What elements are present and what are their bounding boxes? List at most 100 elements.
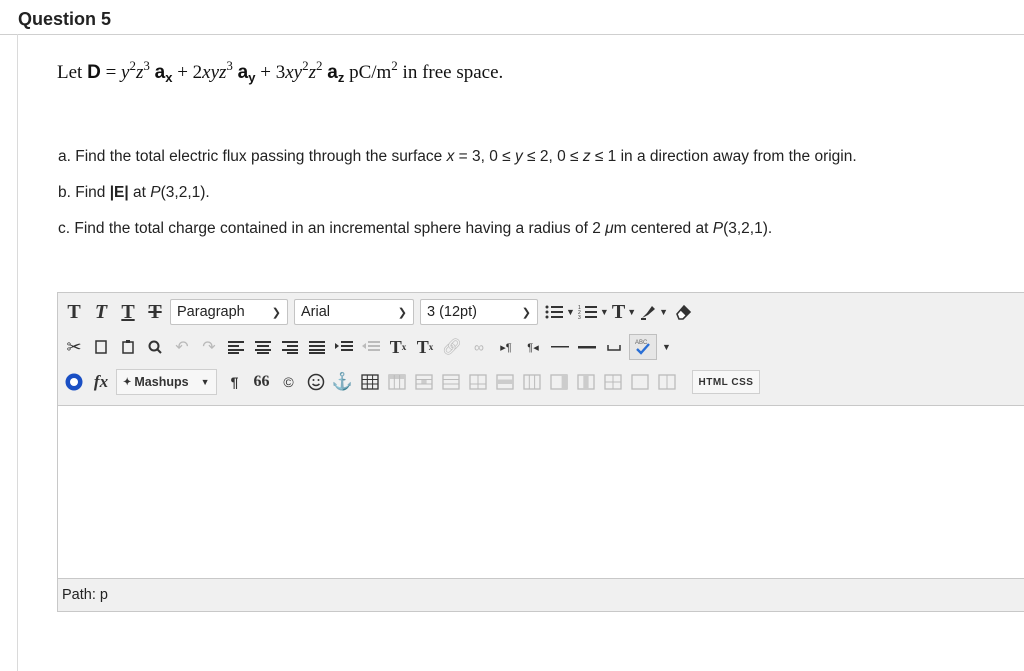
editor-path-bar: Path: p xyxy=(58,578,1024,611)
part-c-point: P xyxy=(712,220,724,237)
undo-icon: ↶ xyxy=(175,339,189,356)
rtl-button[interactable]: ¶◂ xyxy=(521,334,545,360)
find-button[interactable] xyxy=(143,334,167,360)
paragraph-format-select[interactable]: Paragraph ❯ xyxy=(170,299,288,325)
superscript-button[interactable]: Tx xyxy=(386,334,410,360)
paste-button[interactable] xyxy=(116,334,140,360)
mashups-label: Mashups xyxy=(134,375,189,389)
part-a-z: z xyxy=(582,148,591,165)
part-b-text3: (3,2,1). xyxy=(160,184,210,201)
strikethrough-button[interactable]: T xyxy=(143,299,167,325)
path-label: Path: p xyxy=(62,587,108,603)
delete-row-button[interactable] xyxy=(493,369,517,395)
numbered-list-icon: 123 xyxy=(578,305,597,320)
italic-icon: T xyxy=(94,300,108,323)
indent-button[interactable] xyxy=(332,334,356,360)
link-icon: 🔗︎ xyxy=(441,339,463,356)
paragraph-mark-button[interactable]: ¶ xyxy=(223,369,247,395)
outdent-icon xyxy=(362,341,380,351)
bold-button[interactable]: T xyxy=(62,299,86,325)
align-left-button[interactable] xyxy=(224,334,248,360)
highlight-button[interactable]: ▼ xyxy=(639,299,668,325)
bullet-list-button[interactable]: ▼ xyxy=(544,299,575,325)
anchor-icon: ⚓ xyxy=(331,372,354,391)
highlighter-icon xyxy=(641,306,656,320)
line-button[interactable] xyxy=(575,334,599,360)
align-center-icon xyxy=(255,341,271,354)
table-properties-icon xyxy=(387,374,406,390)
unlink-button[interactable]: ∞ xyxy=(467,334,491,360)
record-button[interactable] xyxy=(62,369,86,395)
link-button[interactable]: 🔗︎ xyxy=(440,334,464,360)
table-props-button[interactable] xyxy=(385,369,409,395)
row-before-button[interactable] xyxy=(439,369,463,395)
html-css-button[interactable]: HTML CSS xyxy=(691,370,761,394)
cut-button[interactable]: ✂ xyxy=(62,334,86,360)
toolbar-row-2: ✂ ↶ ↷ Tx Tx 🔗︎ ∞ ▸¶ ¶◂ ABC ▼ xyxy=(62,332,671,362)
mashups-select[interactable]: ✦ Mashups ▼ xyxy=(116,369,217,395)
nbsp-button[interactable] xyxy=(602,334,626,360)
font-family-select[interactable]: Arial ❯ xyxy=(294,299,414,325)
undo-button[interactable]: ↶ xyxy=(170,334,194,360)
align-right-button[interactable] xyxy=(278,334,302,360)
paragraph-select-value: Paragraph xyxy=(177,304,245,320)
split-cells-button[interactable] xyxy=(601,369,625,395)
align-right-icon xyxy=(282,341,298,354)
dropdown-arrow-icon[interactable]: ▼ xyxy=(662,342,671,352)
redo-button[interactable]: ↷ xyxy=(197,334,221,360)
part-b-text2: at xyxy=(128,184,151,201)
numbered-list-button[interactable]: 123 ▼ xyxy=(578,299,609,325)
dropdown-arrow-icon: ▼ xyxy=(599,307,609,317)
part-c-text2: m centered at xyxy=(613,220,713,237)
text-color-button[interactable]: T ▼ xyxy=(612,299,636,325)
chevron-down-icon: ❯ xyxy=(397,306,407,319)
visual-aid-icon xyxy=(657,374,676,390)
table-icon xyxy=(360,374,379,390)
copyright-button[interactable]: © xyxy=(277,369,301,395)
bullet-list-icon xyxy=(545,305,563,319)
part-c-text3: (3,2,1). xyxy=(723,220,773,237)
part-b: b. Find |E| at P(3,2,1). xyxy=(58,184,210,202)
subscript-button[interactable]: Tx xyxy=(413,334,437,360)
col-before-button[interactable] xyxy=(520,369,544,395)
part-a-text3: ≤ 2, 0 ≤ xyxy=(522,148,583,165)
delete-col-button[interactable] xyxy=(574,369,598,395)
visual-aid-button[interactable] xyxy=(655,369,679,395)
outdent-button[interactable] xyxy=(359,334,383,360)
insert-table-button[interactable] xyxy=(358,369,382,395)
part-a-text4: ≤ 1 in a direction away from the origin. xyxy=(590,148,857,165)
term3-var: xy xyxy=(285,62,303,83)
emoji-button[interactable] xyxy=(304,369,328,395)
formula-button[interactable]: fx xyxy=(89,369,113,395)
horizontal-rule-button[interactable] xyxy=(548,334,572,360)
equals: = xyxy=(100,62,122,83)
ltr-button[interactable]: ▸¶ xyxy=(494,334,518,360)
clear-format-button[interactable] xyxy=(671,299,695,325)
copy-button[interactable] xyxy=(89,334,113,360)
editor-text-area[interactable] xyxy=(58,406,1024,578)
dropdown-arrow-icon: ▼ xyxy=(200,377,210,387)
align-left-icon xyxy=(228,341,244,354)
size-select-value: 3 (12pt) xyxy=(427,304,477,320)
align-center-button[interactable] xyxy=(251,334,275,360)
blockquote-button[interactable]: 66 xyxy=(250,369,274,395)
col-after-button[interactable] xyxy=(547,369,571,395)
part-b-point: P xyxy=(150,184,161,201)
dropdown-arrow-icon: ▼ xyxy=(627,307,637,317)
anchor-button[interactable]: ⚓ xyxy=(331,369,355,395)
eraser-icon xyxy=(676,304,692,320)
unit-vector-ax: a xyxy=(154,62,166,83)
units: pC/m xyxy=(344,62,392,83)
toolbar-row-3: fx ✦ Mashups ▼ ¶ 66 © ⚓ HTML CSS xyxy=(62,367,761,397)
chevron-down-icon: ❯ xyxy=(271,306,281,319)
cell-props-button[interactable] xyxy=(412,369,436,395)
underline-button[interactable]: T xyxy=(116,299,140,325)
row-after-button[interactable] xyxy=(466,369,490,395)
italic-button[interactable]: T xyxy=(89,299,113,325)
spell-check-button[interactable]: ABC xyxy=(629,334,657,360)
insert-col-after-icon xyxy=(549,374,568,390)
merge-cells-button[interactable] xyxy=(628,369,652,395)
font-size-select[interactable]: 3 (12pt) ❯ xyxy=(420,299,538,325)
cut-icon: ✂ xyxy=(66,336,82,357)
justify-button[interactable] xyxy=(305,334,329,360)
